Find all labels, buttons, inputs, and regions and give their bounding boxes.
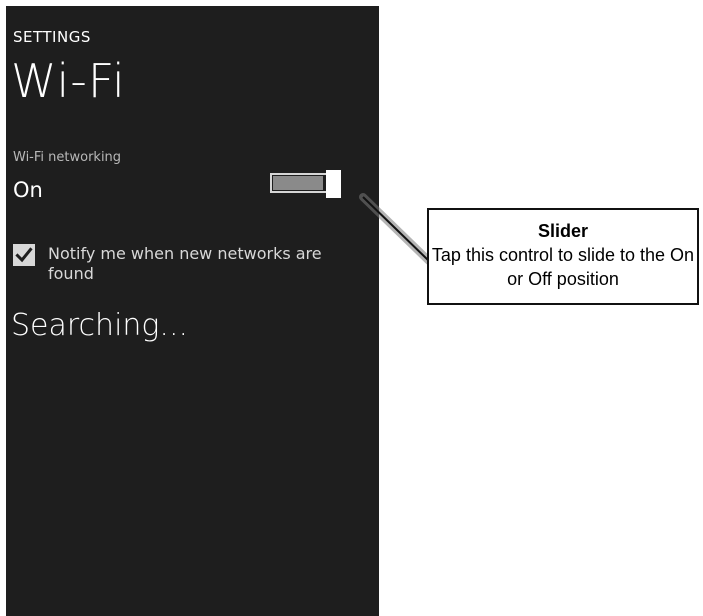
- slider-callout: Slider Tap this control to slide to the …: [427, 208, 699, 305]
- screenshot-canvas: SETTINGS Wi-Fi Wi-Fi networking On Notif…: [0, 0, 703, 616]
- callout-title: Slider: [537, 221, 589, 241]
- callout-description: Tap this control to slide to the On or O…: [431, 245, 695, 289]
- callout-leader-line: [359, 193, 433, 265]
